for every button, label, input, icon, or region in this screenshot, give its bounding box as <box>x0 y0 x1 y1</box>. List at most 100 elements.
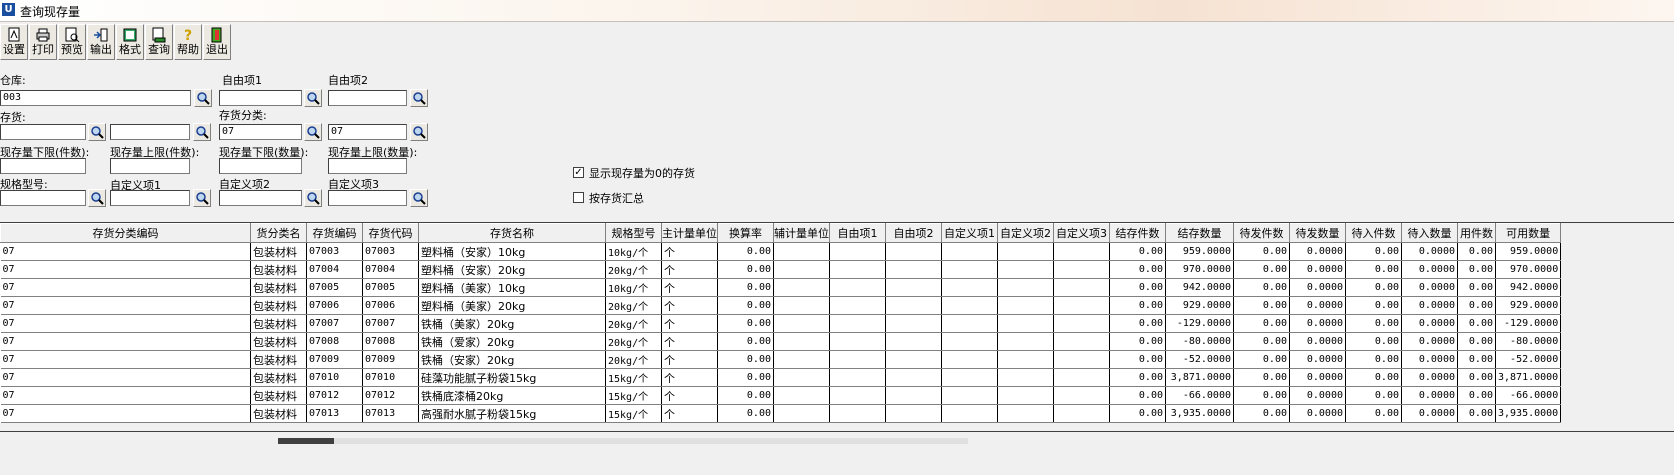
column-header[interactable]: 自由项2 <box>885 223 942 243</box>
table-cell[interactable]: 0.00 <box>1345 260 1402 279</box>
table-cell[interactable] <box>829 332 886 351</box>
udf2-field[interactable] <box>219 190 302 206</box>
column-header[interactable]: 自由项1 <box>829 223 886 243</box>
column-header[interactable]: 待入数量 <box>1401 223 1458 243</box>
table-cell[interactable]: 07 <box>0 296 251 315</box>
table-cell[interactable]: -52.0000 <box>1165 350 1234 369</box>
table-cell[interactable] <box>997 278 1054 297</box>
column-header[interactable]: 用件数 <box>1457 223 1496 243</box>
table-cell[interactable]: 0.0000 <box>1289 296 1346 315</box>
udf1-search-button[interactable] <box>193 189 211 207</box>
warehouse-search-button[interactable] <box>194 89 212 107</box>
table-cell[interactable]: -80.0000 <box>1165 332 1234 351</box>
custom1-search-button[interactable] <box>304 89 322 107</box>
table-cell[interactable] <box>941 350 998 369</box>
table-cell[interactable] <box>941 314 998 333</box>
table-cell[interactable] <box>997 350 1054 369</box>
table-cell[interactable]: 07009 <box>362 350 419 369</box>
table-cell[interactable]: 包装材料 <box>250 314 307 333</box>
table-cell[interactable]: 包装材料 <box>250 404 307 423</box>
table-cell[interactable]: 15kg/个 <box>605 368 662 387</box>
table-cell[interactable]: 0.00 <box>1233 260 1290 279</box>
table-cell[interactable] <box>773 350 830 369</box>
table-cell[interactable]: 10kg/个 <box>605 278 662 297</box>
table-cell[interactable] <box>885 386 942 405</box>
column-header[interactable]: 待发数量 <box>1289 223 1346 243</box>
table-cell[interactable] <box>829 368 886 387</box>
table-cell[interactable]: 0.00 <box>1109 296 1166 315</box>
udf1-field[interactable] <box>110 190 190 206</box>
settings-button[interactable]: 设置 <box>0 24 28 60</box>
table-cell[interactable] <box>773 242 830 261</box>
table-cell[interactable]: 07 <box>0 242 251 261</box>
table-cell[interactable]: 塑料桶（安家）10kg <box>418 242 606 261</box>
qty-max-amount-field[interactable] <box>328 158 407 174</box>
table-cell[interactable]: 07 <box>0 260 251 279</box>
table-cell[interactable]: 07005 <box>306 278 363 297</box>
table-cell[interactable] <box>941 332 998 351</box>
table-cell[interactable]: 0.00 <box>1345 332 1402 351</box>
table-cell[interactable] <box>1053 332 1110 351</box>
table-cell[interactable]: 20kg/个 <box>605 296 662 315</box>
table-cell[interactable]: 0.00 <box>1109 350 1166 369</box>
table-cell[interactable]: 0.00 <box>1345 368 1402 387</box>
column-header[interactable]: 存货名称 <box>418 223 606 243</box>
table-cell[interactable] <box>773 386 830 405</box>
table-cell[interactable] <box>885 296 942 315</box>
table-cell[interactable]: 07010 <box>306 368 363 387</box>
qty-min-pieces-field[interactable] <box>0 158 86 174</box>
table-cell[interactable]: 铁桶底漆桶20kg <box>418 386 606 405</box>
table-cell[interactable]: 0.00 <box>1345 296 1402 315</box>
scrollbar-thumb[interactable] <box>278 438 334 444</box>
table-cell[interactable]: 0.00 <box>717 332 774 351</box>
column-header[interactable]: 自定义项1 <box>941 223 998 243</box>
table-cell[interactable]: 07003 <box>306 242 363 261</box>
table-cell[interactable] <box>829 386 886 405</box>
preview-button[interactable]: 预览 <box>58 24 86 60</box>
print-button[interactable]: 打印 <box>29 24 57 60</box>
qty-min-amount-field[interactable] <box>219 158 302 174</box>
table-cell[interactable]: 07 <box>0 278 251 297</box>
table-cell[interactable]: 0.0000 <box>1289 332 1346 351</box>
table-cell[interactable]: 07 <box>0 386 251 405</box>
column-header[interactable]: 换算率 <box>717 223 774 243</box>
table-cell[interactable] <box>997 296 1054 315</box>
table-cell[interactable]: 0.00 <box>1457 332 1496 351</box>
inventory-to-search-button[interactable] <box>193 123 211 141</box>
table-cell[interactable]: 15kg/个 <box>605 386 662 405</box>
table-cell[interactable]: 硅藻功能腻子粉袋15kg <box>418 368 606 387</box>
horizontal-scrollbar[interactable] <box>278 438 968 444</box>
column-header[interactable]: 结存数量 <box>1165 223 1234 243</box>
inventory-from-search-button[interactable] <box>88 123 106 141</box>
table-cell[interactable]: 07004 <box>362 260 419 279</box>
table-cell[interactable] <box>997 314 1054 333</box>
table-cell[interactable]: 929.0000 <box>1165 296 1234 315</box>
column-header[interactable]: 存货编码 <box>306 223 363 243</box>
table-cell[interactable]: 07 <box>0 404 251 423</box>
table-row[interactable]: 07 包装材料 07007 07007 铁桶（美家）20kg 20kg/个个 0.00 0.0… <box>0 314 1562 333</box>
table-cell[interactable]: 0.00 <box>1345 242 1402 261</box>
table-cell[interactable]: 07 <box>0 314 251 333</box>
table-cell[interactable]: 07007 <box>362 314 419 333</box>
table-cell[interactable]: 0.00 <box>1345 386 1402 405</box>
table-cell[interactable]: 0.0000 <box>1289 404 1346 423</box>
column-header[interactable]: 存货分类编码 <box>0 223 251 243</box>
table-cell[interactable] <box>941 242 998 261</box>
custom1-field[interactable] <box>219 90 302 106</box>
table-cell[interactable] <box>829 242 886 261</box>
table-cell[interactable]: 0.00 <box>1109 368 1166 387</box>
udf2-search-button[interactable] <box>304 189 322 207</box>
show-zero-checkbox[interactable]: ✓ <box>573 167 584 178</box>
table-cell[interactable]: 15kg/个 <box>605 404 662 423</box>
table-cell[interactable]: 0.00 <box>1345 404 1402 423</box>
table-cell[interactable]: 0.00 <box>1233 350 1290 369</box>
table-cell[interactable]: 0.00 <box>1233 404 1290 423</box>
custom2-field[interactable] <box>328 90 407 106</box>
table-cell[interactable]: 07013 <box>362 404 419 423</box>
table-cell[interactable]: 0.0000 <box>1289 314 1346 333</box>
table-cell[interactable]: 07006 <box>306 296 363 315</box>
custom2-search-button[interactable] <box>410 89 428 107</box>
table-cell[interactable]: 0.00 <box>717 404 774 423</box>
table-cell[interactable] <box>1053 350 1110 369</box>
table-cell[interactable]: 0.0000 <box>1401 350 1458 369</box>
